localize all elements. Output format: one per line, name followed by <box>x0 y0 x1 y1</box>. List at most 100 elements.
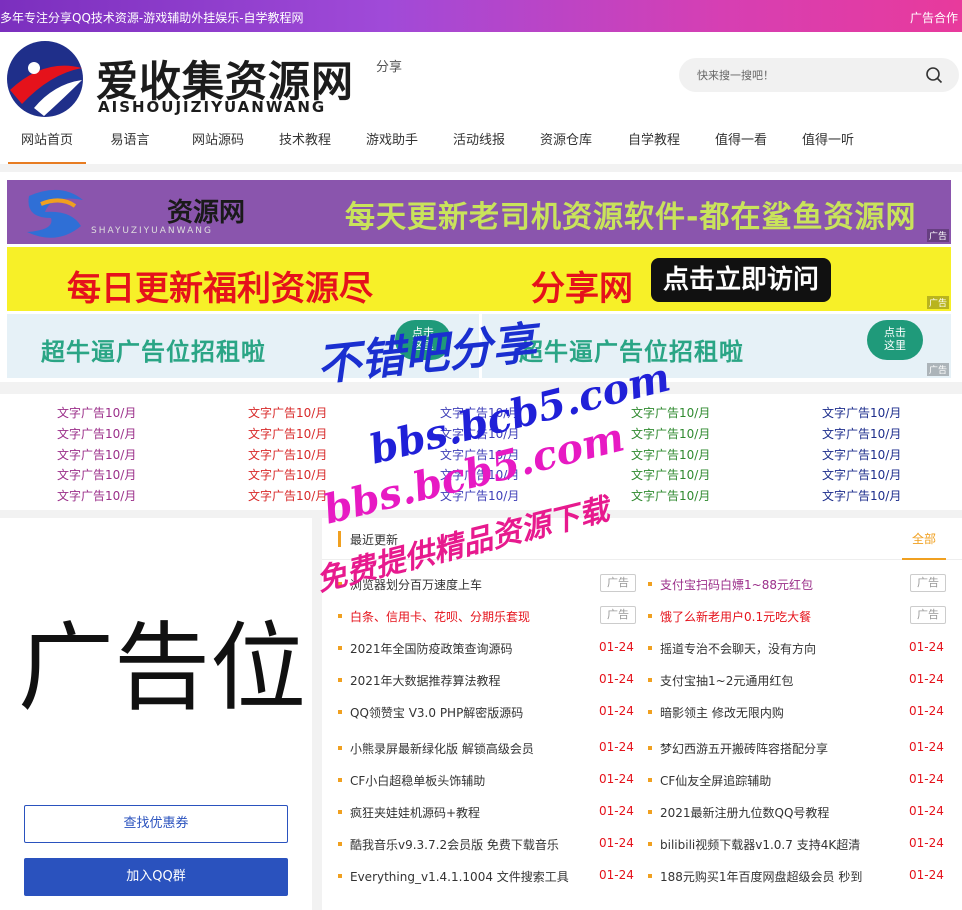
list-item-date: 01-24 <box>599 868 634 882</box>
text-ad[interactable]: 文字广告10/月 <box>440 404 519 421</box>
join-qq-group-button[interactable]: 加入QQ群 <box>24 858 288 896</box>
text-ad[interactable]: 文字广告10/月 <box>57 466 136 483</box>
list-item[interactable]: 白条、信用卡、花呗、分期乐套现 广告 <box>338 606 636 626</box>
text-ad[interactable]: 文字广告10/月 <box>248 425 327 442</box>
banner-ad-rent[interactable]: 超牛逼广告位招租啦 点击 这里 超牛逼广告位招租啦 点击 这里 广告 <box>7 314 951 378</box>
text-ad[interactable]: 文字广告10/月 <box>248 446 327 463</box>
search-input[interactable] <box>697 66 917 84</box>
list-item-title[interactable]: 支付宝扫码白嫖1~88元红包 <box>660 576 813 593</box>
latest-updates-header: 最近更新 全部 <box>322 518 962 560</box>
list-item[interactable]: CF小白超稳单板头饰辅助 01-24 <box>338 770 634 790</box>
text-ad[interactable]: 文字广告10/月 <box>440 425 519 442</box>
search-icon[interactable] <box>925 66 943 84</box>
list-item-title[interactable]: 疯狂夹娃娃机源码+教程 <box>350 804 480 821</box>
text-ad[interactable]: 文字广告10/月 <box>248 404 327 421</box>
text-ad[interactable]: 文字广告10/月 <box>57 425 136 442</box>
list-item[interactable]: 摇道专治不会聊天，没有方向 01-24 <box>648 638 944 658</box>
list-item-title[interactable]: CF小白超稳单板头饰辅助 <box>350 772 485 789</box>
list-item[interactable]: 暗影领主 修改无限内购 01-24 <box>648 702 944 722</box>
list-item[interactable]: 2021最新注册九位数QQ号教程 01-24 <box>648 802 944 822</box>
text-ad[interactable]: 文字广告10/月 <box>631 404 710 421</box>
list-item-title[interactable]: Everything_v1.4.1.1004 文件搜索工具 <box>350 868 569 885</box>
list-item-title[interactable]: 支付宝抽1~2元通用红包 <box>660 672 793 689</box>
list-item-title[interactable]: 小熊录屏最新绿化版 解锁高级会员 <box>350 740 534 757</box>
list-item[interactable]: 浏览器划分百万速度上车 广告 <box>338 574 636 594</box>
list-item-title[interactable]: 酷我音乐v9.3.7.2会员版 免费下载音乐 <box>350 836 559 853</box>
list-item-title[interactable]: 暗影领主 修改无限内购 <box>660 704 784 721</box>
text-ad[interactable]: 文字广告10/月 <box>440 487 519 504</box>
text-ad[interactable]: 文字广告10/月 <box>248 487 327 504</box>
ad-cooperation-link[interactable]: 广告合作 <box>910 9 958 26</box>
bullet <box>648 810 652 814</box>
text-ad[interactable]: 文字广告10/月 <box>822 466 901 483</box>
list-item-title[interactable]: 饿了么新老用户0.1元吃大餐 <box>660 608 811 625</box>
visit-now-button[interactable]: 点击立即访问 <box>651 258 831 302</box>
list-item-title[interactable]: 摇道专治不会聊天，没有方向 <box>660 640 816 657</box>
ad-tag: 广告 <box>926 296 949 309</box>
list-item-title[interactable]: QQ领赞宝 V3.0 PHP解密版源码 <box>350 704 523 721</box>
click-here-bubble-left[interactable]: 点击 这里 <box>395 320 451 360</box>
text-ad[interactable]: 文字广告10/月 <box>631 425 710 442</box>
nav-item-worth-hearing[interactable]: 值得一听 <box>794 124 862 164</box>
text-ad[interactable]: 文字广告10/月 <box>631 446 710 463</box>
text-ad[interactable]: 文字广告10/月 <box>57 404 136 421</box>
text-ad[interactable]: 文字广告10/月 <box>440 466 519 483</box>
list-item[interactable]: bilibili视频下载器v1.0.7 支持4K超清 01-24 <box>648 834 944 854</box>
find-coupon-button[interactable]: 查找优惠券 <box>24 805 288 843</box>
site-logo[interactable]: 爱收集资源网 AISHOUJIZIYUANWANG 分享 <box>4 38 404 120</box>
nav-item-home[interactable]: 网站首页 <box>8 124 86 164</box>
list-item-title[interactable]: 白条、信用卡、花呗、分期乐套现 <box>350 608 530 625</box>
list-item[interactable]: 2021年全国防疫政策查询源码 01-24 <box>338 638 634 658</box>
list-item-title[interactable]: 浏览器划分百万速度上车 <box>350 576 482 593</box>
text-ad[interactable]: 文字广告10/月 <box>822 487 901 504</box>
list-item[interactable]: QQ领赞宝 V3.0 PHP解密版源码 01-24 <box>338 702 634 722</box>
nav-item-resource-store[interactable]: 资源仓库 <box>532 124 600 164</box>
list-item[interactable]: 支付宝抽1~2元通用红包 01-24 <box>648 670 944 690</box>
banner-ad-shark[interactable]: 资源网 SHAYUZIYUANWANG 每天更新老司机资源软件-都在鲨鱼资源网 … <box>7 180 951 244</box>
list-item-title[interactable]: bilibili视频下载器v1.0.7 支持4K超清 <box>660 836 860 853</box>
list-item-title[interactable]: 188元购买1年百度网盘超级会员 秒到 <box>660 868 862 885</box>
text-ad[interactable]: 文字广告10/月 <box>57 487 136 504</box>
list-item-date: 01-24 <box>909 672 944 686</box>
click-here-bubble-right[interactable]: 点击 这里 <box>867 320 923 360</box>
text-ad[interactable]: 文字广告10/月 <box>822 446 901 463</box>
list-item[interactable]: 疯狂夹娃娃机源码+教程 01-24 <box>338 802 634 822</box>
list-item[interactable]: 支付宝扫码白嫖1~88元红包 广告 <box>648 574 946 594</box>
list-item-title[interactable]: CF仙友全屏追踪辅助 <box>660 772 771 789</box>
text-ad[interactable]: 文字广告10/月 <box>822 404 901 421</box>
list-item-title[interactable]: 2021年大数据推荐算法教程 <box>350 672 501 689</box>
nav-item-self-study[interactable]: 自学教程 <box>620 124 688 164</box>
nav-item-activity-deals[interactable]: 活动线报 <box>445 124 513 164</box>
text-ad[interactable]: 文字广告10/月 <box>248 466 327 483</box>
list-item-title[interactable]: 2021最新注册九位数QQ号教程 <box>660 804 829 821</box>
banner-welfare-text2: 分享网 <box>531 269 633 309</box>
text-ad[interactable]: 文字广告10/月 <box>822 425 901 442</box>
latest-updates-panel: 最近更新 全部 浏览器划分百万速度上车 广告 白条、信用卡、花呗、分期乐套现 广… <box>322 518 962 910</box>
nav-item-game-helper[interactable]: 游戏助手 <box>358 124 426 164</box>
text-ad[interactable]: 文字广告10/月 <box>631 466 710 483</box>
nav-item-site-source[interactable]: 网站源码 <box>184 124 252 164</box>
bullet <box>338 710 342 714</box>
list-item[interactable]: CF仙友全屏追踪辅助 01-24 <box>648 770 944 790</box>
view-all-tab[interactable]: 全部 <box>902 518 946 560</box>
nav-item-tech-tutorials[interactable]: 技术教程 <box>271 124 339 164</box>
text-ad[interactable]: 文字广告10/月 <box>57 446 136 463</box>
list-item[interactable]: 小熊录屏最新绿化版 解锁高级会员 01-24 <box>338 738 634 758</box>
nav-item-easy-language[interactable]: 易语言 <box>100 124 160 164</box>
list-item[interactable]: 梦幻西游五开搬砖阵容搭配分享 01-24 <box>648 738 944 758</box>
banner-welfare-text: 每日更新福利资源尽 <box>67 269 373 309</box>
list-item-date: 01-24 <box>599 640 634 654</box>
ad-badge: 广告 <box>910 574 946 592</box>
text-ad[interactable]: 文字广告10/月 <box>631 487 710 504</box>
text-ad[interactable]: 文字广告10/月 <box>440 446 519 463</box>
list-item[interactable]: 饿了么新老用户0.1元吃大餐 广告 <box>648 606 946 626</box>
search-box <box>679 58 959 92</box>
list-item-title[interactable]: 2021年全国防疫政策查询源码 <box>350 640 513 657</box>
nav-item-worth-seeing[interactable]: 值得一看 <box>707 124 775 164</box>
list-item[interactable]: 2021年大数据推荐算法教程 01-24 <box>338 670 634 690</box>
list-item[interactable]: Everything_v1.4.1.1004 文件搜索工具 01-24 <box>338 866 634 886</box>
list-item[interactable]: 酷我音乐v9.3.7.2会员版 免费下载音乐 01-24 <box>338 834 634 854</box>
list-item[interactable]: 188元购买1年百度网盘超级会员 秒到 01-24 <box>648 866 944 886</box>
banner-ad-welfare[interactable]: 每日更新福利资源尽 分享网 点击立即访问 广告 <box>7 247 951 311</box>
list-item-title[interactable]: 梦幻西游五开搬砖阵容搭配分享 <box>660 740 828 757</box>
